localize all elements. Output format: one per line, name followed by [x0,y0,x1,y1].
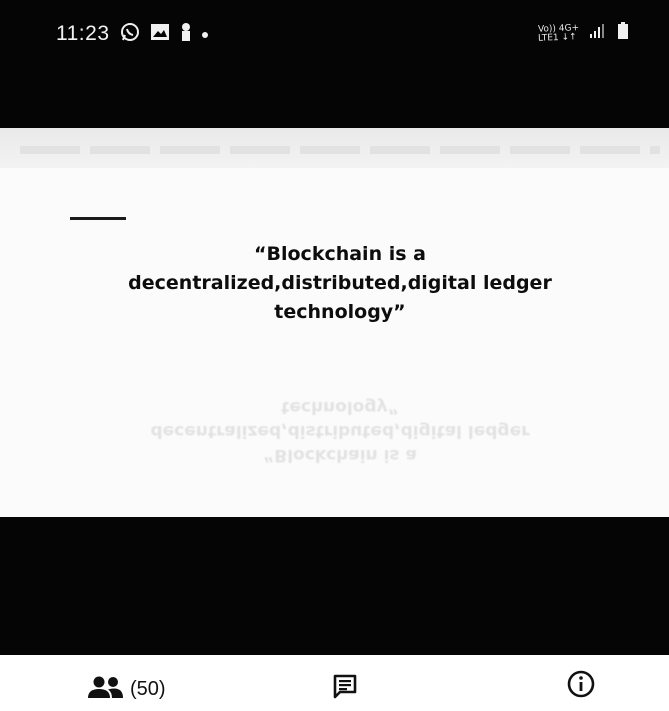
bottom-nav: (50) [0,655,669,711]
battery-icon [617,22,629,45]
accent-divider [70,217,126,220]
faded-text-decoration [20,146,660,154]
chat-icon [332,674,358,703]
notification-icons [120,22,208,47]
network-label: Vo)) 4G+ LTE1 ↓↑ [537,22,580,44]
info-button[interactable] [566,669,596,704]
screen: 11:23 Vo)) 4G+ LTE1 ↓↑ “Blockchain is a … [0,0,669,711]
system-icons: Vo)) 4G+ LTE1 ↓↑ [538,22,629,45]
lock-icon [180,22,192,47]
signal-icon [589,23,607,44]
faded-header-band [0,128,669,168]
media-area [0,517,669,655]
gallery-icon [150,23,170,46]
mirrored-ghost-quote: “Blockchain is a decentralized,distribut… [150,397,530,465]
chat-button[interactable] [332,673,358,704]
dot-icon [202,31,208,38]
info-icon [566,670,596,703]
participants-icon [88,675,124,704]
whatsapp-icon [120,22,140,47]
participants-button[interactable]: (50) [88,675,166,704]
clock: 11:23 [56,22,110,45]
participants-count: (50) [130,678,166,700]
quote-text: “Blockchain is a decentralized,distribut… [128,243,552,323]
status-bar: 11:23 Vo)) 4G+ LTE1 ↓↑ [0,0,669,128]
